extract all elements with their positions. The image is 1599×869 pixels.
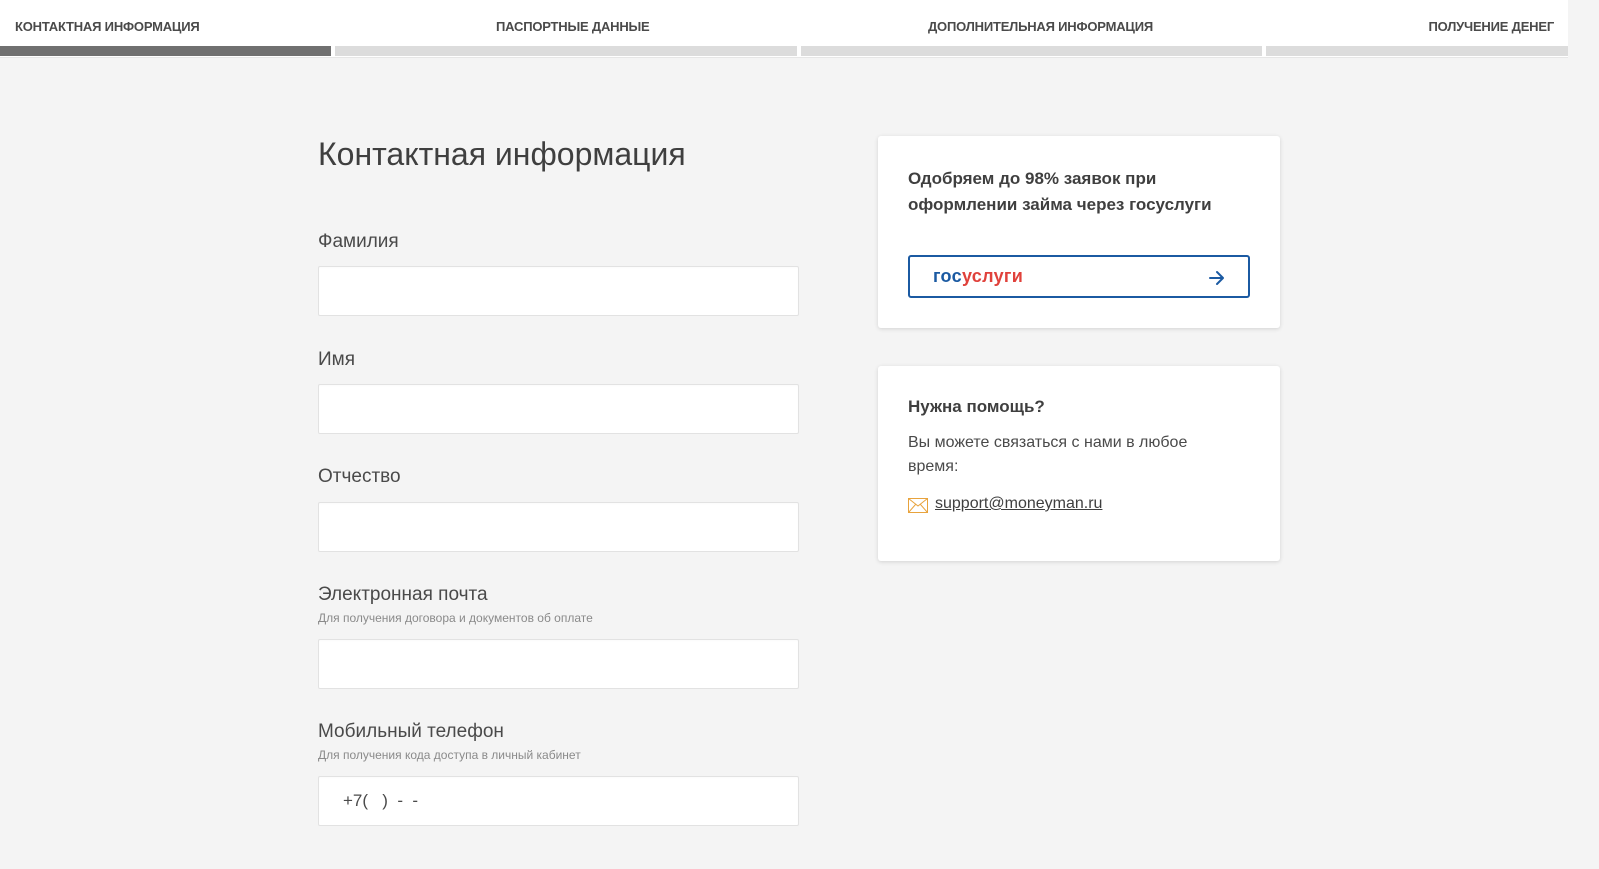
email-hint: Для получения договора и документов об о… — [318, 611, 593, 625]
email-input[interactable] — [318, 639, 799, 689]
envelope-icon — [908, 498, 928, 513]
help-text: Вы можете связаться с нами в любое время… — [908, 434, 1188, 475]
step-label: ДОПОЛНИТЕЛЬНАЯ ИНФОРМАЦИЯ — [928, 19, 1154, 34]
help-title: Нужна помощь? — [908, 397, 1045, 416]
step-label: ПОЛУЧЕНИЕ ДЕНЕГ — [1428, 19, 1554, 34]
progress-stepper: КОНТАКТНАЯ ИНФОРМАЦИЯ ПАСПОРТНЫЕ ДАННЫЕ … — [0, 0, 1568, 58]
phone-mask: +7( ) - - — [343, 791, 419, 810]
phone-label: Мобильный телефон — [318, 721, 504, 742]
step-passport-data[interactable]: ПАСПОРТНЫЕ ДАННЫЕ — [335, 0, 797, 56]
phone-hint: Для получения кода доступа в личный каби… — [318, 748, 581, 762]
step-additional-info[interactable]: ДОПОЛНИТЕЛЬНАЯ ИНФОРМАЦИЯ — [801, 0, 1262, 56]
promo-text: Одобряем до 98% заявок при оформлении за… — [908, 169, 1212, 214]
name-label: Имя — [318, 349, 356, 370]
step-get-money[interactable]: ПОЛУЧЕНИЕ ДЕНЕГ — [1266, 0, 1568, 56]
gosuslugi-button[interactable]: госуслуги — [908, 255, 1250, 298]
name-input[interactable] — [318, 384, 799, 434]
patronymic-input[interactable] — [318, 502, 799, 552]
step-contact-info[interactable]: КОНТАКТНАЯ ИНФОРМАЦИЯ — [0, 0, 331, 56]
surname-input[interactable] — [318, 266, 799, 316]
gosuslugi-logo: госуслуги — [933, 266, 1024, 286]
gosuslugi-card: Одобряем до 98% заявок при оформлении за… — [878, 136, 1280, 328]
step-label: КОНТАКТНАЯ ИНФОРМАЦИЯ — [15, 19, 200, 34]
arrow-right-icon — [1209, 271, 1224, 285]
step-progress-bar — [801, 46, 1262, 56]
step-label: ПАСПОРТНЫЕ ДАННЫЕ — [496, 19, 650, 34]
help-card: Нужна помощь? Вы можете связаться с нами… — [878, 366, 1280, 561]
page-scrollbar[interactable] — [1568, 0, 1599, 869]
email-label: Электронная почта — [318, 584, 488, 605]
surname-label: Фамилия — [318, 231, 399, 252]
page-title: Контактная информация — [318, 136, 686, 172]
support-email-link[interactable]: support@moneyman.ru — [935, 495, 1102, 513]
step-progress-bar — [1266, 46, 1568, 56]
patronymic-label: Отчество — [318, 466, 401, 487]
step-progress-bar — [0, 46, 331, 56]
step-progress-bar — [335, 46, 797, 56]
